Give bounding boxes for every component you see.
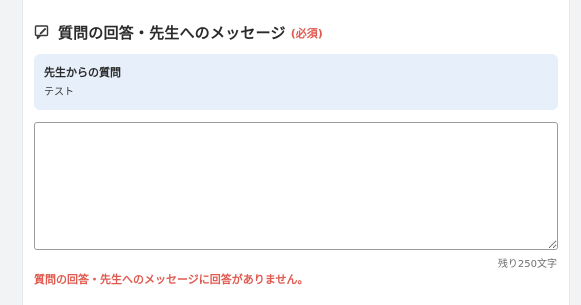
section-title: 質問の回答・先生へのメッセージ [58,23,286,42]
section-header: 質問の回答・先生へのメッセージ (必須) [34,20,323,44]
question-text: テスト [44,87,74,98]
required-label: (必須) [290,27,323,40]
error-message: 質問の回答・先生へのメッセージに回答がありません。 [34,273,309,286]
answer-textarea[interactable] [34,122,558,250]
remaining-characters: 残り250文字 [497,259,557,270]
question-label: 先生からの質問 [44,66,121,79]
answer-card: 質問の回答・先生へのメッセージ (必須) 先生からの質問 テスト 残り250文字… [22,0,570,305]
teacher-question-box: 先生からの質問 テスト [34,54,558,110]
message-edit-icon [34,24,50,40]
